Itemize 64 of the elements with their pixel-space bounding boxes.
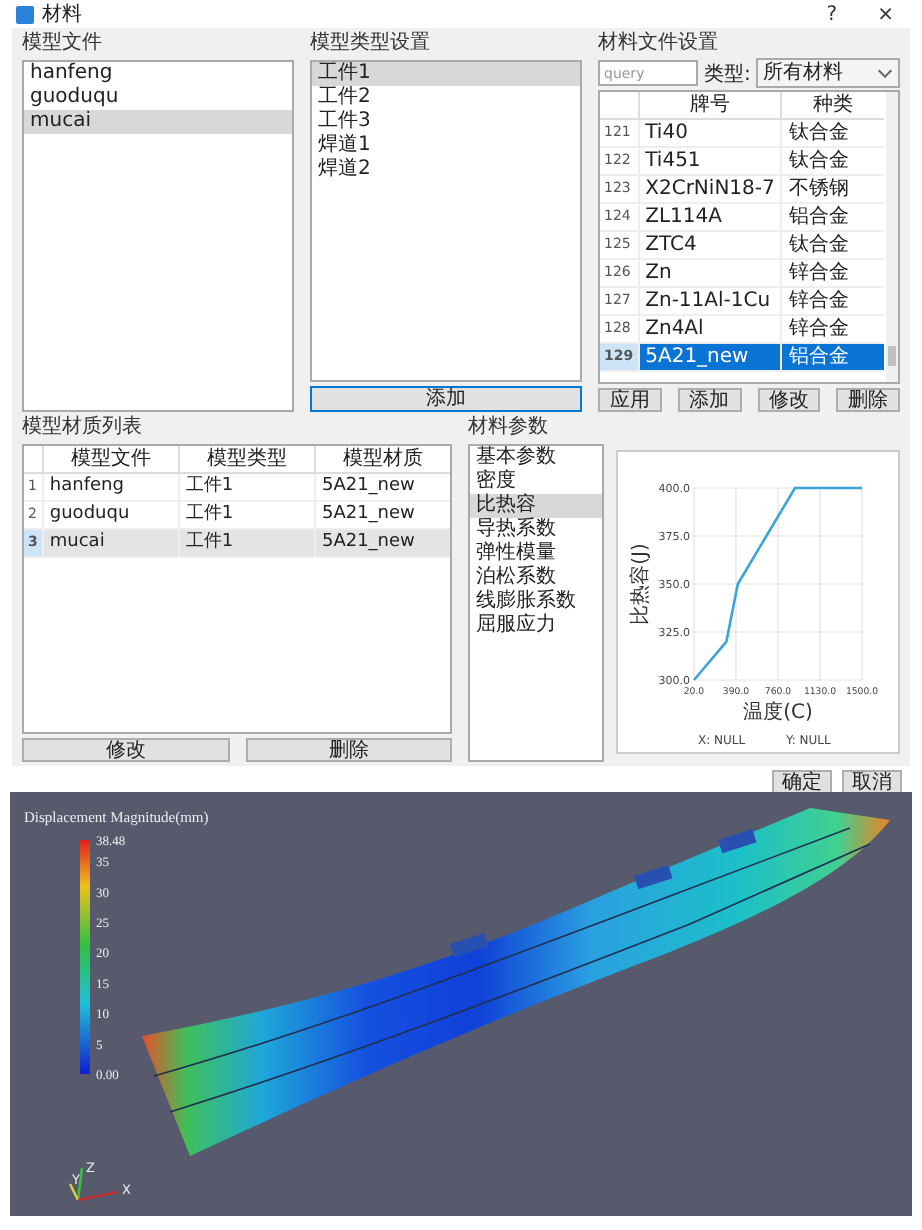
column-header[interactable]: 种类 <box>780 92 884 120</box>
list-item[interactable]: 工件1 <box>312 62 580 86</box>
table-cell: 铝合金 <box>780 344 884 372</box>
table-cell: Ti40 <box>637 120 781 148</box>
list-item[interactable]: 基本参数 <box>470 446 602 470</box>
action-button[interactable]: 添加 <box>677 388 741 412</box>
list-item[interactable]: 导热系数 <box>470 518 602 542</box>
table-cell: 锌合金 <box>780 288 884 316</box>
table-cell: hanfeng <box>41 474 178 502</box>
list-item[interactable]: 焊道2 <box>312 158 580 182</box>
type-dropdown[interactable]: 所有材料 <box>756 58 900 88</box>
action-button[interactable]: 删除 <box>836 388 900 412</box>
list-item[interactable]: guoduqu <box>24 86 292 110</box>
list-item[interactable]: hanfeng <box>24 62 292 86</box>
action-button[interactable]: 修改 <box>22 738 229 762</box>
list-item[interactable]: 密度 <box>470 470 602 494</box>
column-header[interactable]: 模型材质 <box>313 446 450 474</box>
group-label: 材料文件设置 <box>598 32 720 56</box>
table-cell: X2CrNiN18-7 <box>637 176 781 204</box>
help-button[interactable]: ? <box>810 3 854 25</box>
y-axis-label: 比热容(J) <box>630 543 652 625</box>
table-cell: 工件1 <box>177 530 314 558</box>
list-item[interactable]: 焊道1 <box>312 134 580 158</box>
table-cell: 5A21_new <box>313 530 450 558</box>
action-button[interactable]: 应用 <box>598 388 662 412</box>
list-item[interactable]: 比热容 <box>470 494 602 518</box>
list-item[interactable]: 弹性模量 <box>470 542 602 566</box>
table-cell: 工件1 <box>177 474 314 502</box>
type-label: 类型: <box>704 61 751 87</box>
table-cell: ZL114A <box>637 204 781 232</box>
column-header[interactable]: 模型类型 <box>177 446 314 474</box>
table-cell: 铝合金 <box>780 204 884 232</box>
list-item[interactable]: 泊松系数 <box>470 566 602 590</box>
table-cell: 5A21_new <box>313 474 450 502</box>
list-item[interactable]: 线膨胀系数 <box>470 590 602 614</box>
window-title: 材料 <box>42 1 82 28</box>
column-header[interactable]: 模型文件 <box>41 446 178 474</box>
column-header[interactable]: 牌号 <box>637 92 781 120</box>
group-label: 模型类型设置 <box>310 32 432 56</box>
dialog-button[interactable]: 取消 <box>842 770 902 794</box>
list-item[interactable]: 屈服应力 <box>470 614 602 638</box>
table-cell: 钛合金 <box>780 120 884 148</box>
table-cell: 锌合金 <box>780 260 884 288</box>
dialog-button[interactable]: 确定 <box>772 770 832 794</box>
group-label: 模型文件 <box>22 32 104 56</box>
close-button[interactable]: × <box>861 3 910 25</box>
action-button[interactable]: 删除 <box>245 738 452 762</box>
table-cell: 钛合金 <box>780 148 884 176</box>
table-cell: mucai <box>41 530 178 558</box>
list-item[interactable]: 工件3 <box>312 110 580 134</box>
table-cell: 5A21_new <box>637 344 781 372</box>
table-cell: 钛合金 <box>780 232 884 260</box>
list-item[interactable]: 工件2 <box>312 86 580 110</box>
group-label: 材料参数 <box>468 416 550 440</box>
table-cell: Zn-11Al-1Cu <box>637 288 781 316</box>
group-label: 模型材质列表 <box>22 416 144 440</box>
table-cell: Ti451 <box>637 148 781 176</box>
table-cell: Zn <box>637 260 781 288</box>
add-button[interactable]: 添加 <box>310 386 582 412</box>
table-cell: ZTC4 <box>637 232 781 260</box>
x-axis-label: 温度(C) <box>743 702 813 724</box>
table-cell: 不锈钢 <box>780 176 884 204</box>
action-button[interactable]: 修改 <box>757 388 821 412</box>
list-item[interactable]: mucai <box>24 110 292 134</box>
